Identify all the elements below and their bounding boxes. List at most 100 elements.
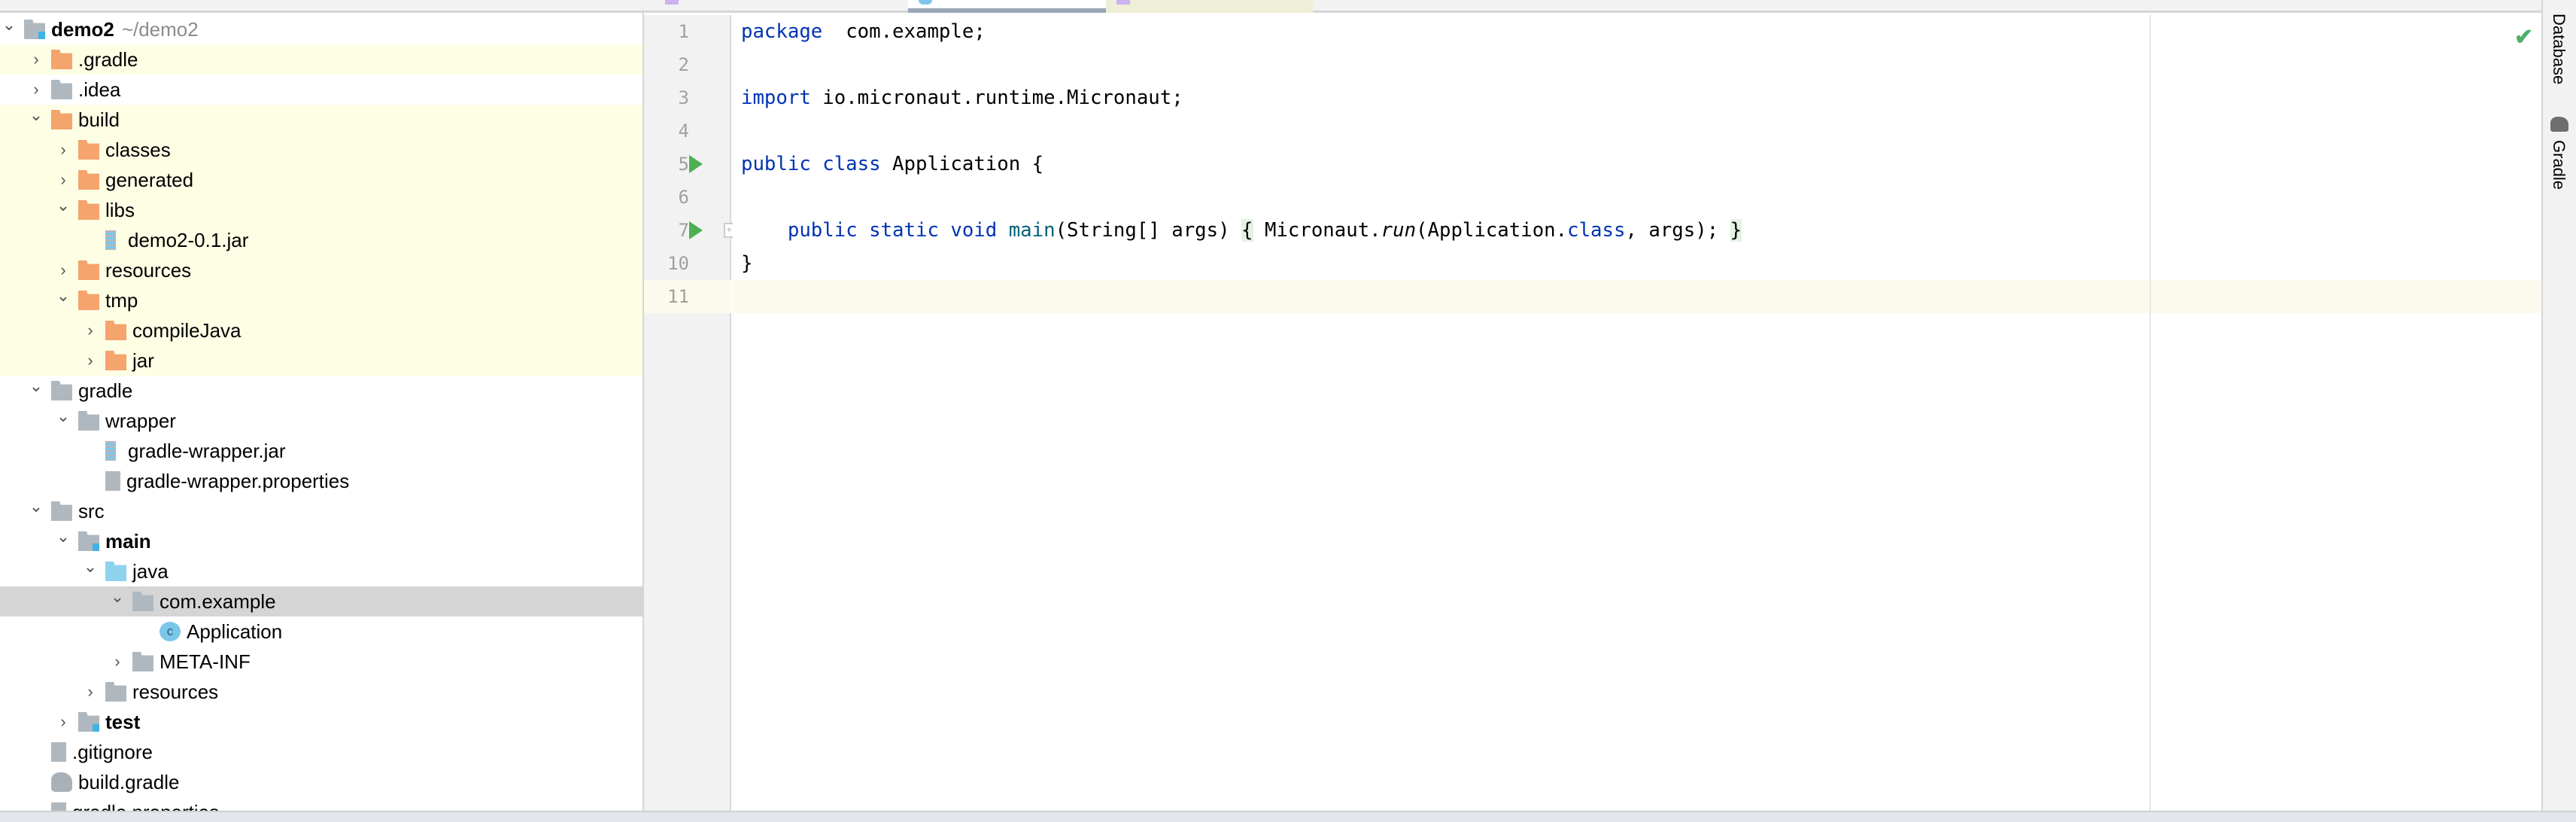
code-line: }	[733, 247, 2541, 280]
chevron-right-icon[interactable]: ›	[81, 677, 99, 707]
horizontal-scrollbar[interactable]	[0, 811, 2576, 822]
code-token: io.micronaut.runtime.Micronaut;	[810, 87, 1183, 109]
code-token: Application {	[880, 153, 1044, 175]
chevron-right-icon[interactable]: ›	[81, 315, 99, 346]
line-number: 5	[678, 154, 689, 175]
code-token: main	[1008, 219, 1056, 242]
tree-item[interactable]: ⌄ tmp	[0, 285, 642, 315]
code-line	[733, 280, 2541, 313]
tree-item[interactable]: ⌄ demo2 ~/demo2	[0, 14, 642, 44]
tree-item[interactable]: c Application	[0, 616, 642, 647]
editor-tab[interactable]	[1106, 0, 1313, 13]
database-tool-button[interactable]: Database	[2549, 14, 2568, 84]
tree-item-label: jar	[132, 349, 154, 372]
tree-item[interactable]: › jar	[0, 346, 642, 376]
excluded-folder-icon	[78, 291, 99, 310]
line-number: 1	[678, 21, 689, 42]
tree-item-label: src	[78, 499, 105, 522]
chevron-right-icon[interactable]: ›	[54, 707, 72, 737]
tree-item[interactable]: ⌄ wrapper	[0, 406, 642, 436]
tree-item[interactable]: › test	[0, 707, 642, 737]
tree-item-label: resources	[105, 258, 192, 282]
tree-item[interactable]: gradle-wrapper.properties	[0, 466, 642, 496]
tree-item-label: demo2	[51, 17, 114, 41]
line-number: 3	[678, 87, 689, 108]
java-class-icon: c	[159, 622, 181, 641]
code-token: , args);	[1625, 219, 1730, 242]
code-token: }	[1730, 219, 1742, 242]
tree-item-label: classes	[105, 138, 171, 161]
tree-item-label: .idea	[78, 78, 121, 101]
tree-item[interactable]: ⌄ src	[0, 496, 642, 526]
tree-item-label: META-INF	[159, 650, 251, 673]
tree-item[interactable]: ⌄ libs	[0, 195, 642, 225]
manifest-icon	[665, 0, 679, 5]
chevron-down-icon[interactable]: ⌄	[0, 13, 18, 40]
chevron-down-icon[interactable]: ⌄	[54, 522, 72, 552]
chevron-right-icon[interactable]: ›	[108, 647, 126, 677]
tree-item-label: gradle-wrapper.properties	[126, 469, 350, 492]
chevron-right-icon[interactable]: ›	[27, 44, 45, 75]
run-icon[interactable]	[689, 155, 703, 173]
chevron-down-icon[interactable]: ⌄	[27, 371, 45, 401]
chevron-down-icon[interactable]: ⌄	[27, 100, 45, 130]
folder-icon	[51, 501, 72, 521]
tree-item[interactable]: ⌄ build	[0, 105, 642, 135]
code-token: class	[1567, 219, 1626, 242]
tree-item[interactable]: › resources	[0, 255, 642, 285]
tree-item[interactable]: › .idea	[0, 75, 642, 105]
tree-item-label: build	[78, 108, 120, 131]
chevron-down-icon[interactable]: ⌄	[54, 401, 72, 431]
code-token: public static void	[787, 219, 998, 242]
jar-icon	[105, 441, 116, 461]
code-token: public class	[741, 153, 881, 175]
tree-item[interactable]: gradle.properties	[0, 797, 642, 811]
tree-item[interactable]: ⌄ gradle	[0, 376, 642, 406]
tree-item-path: ~/demo2	[121, 17, 199, 41]
tree-item-label: main	[105, 529, 151, 553]
code-line: public static void main(String[] args) {…	[733, 214, 2541, 247]
tree-item[interactable]: ⌄ com.example	[0, 586, 642, 616]
gradle-tool-button[interactable]: Gradle	[2549, 140, 2568, 190]
chevron-down-icon[interactable]: ⌄	[27, 492, 45, 522]
tree-item[interactable]: › resources	[0, 677, 642, 707]
code-editor[interactable]: package com.example; import io.micronaut.…	[733, 15, 2541, 811]
folder-icon	[51, 80, 72, 99]
tree-item[interactable]: › compileJava	[0, 315, 642, 346]
tree-item[interactable]: ⌄ java	[0, 556, 642, 586]
run-icon[interactable]	[689, 221, 703, 239]
tree-item[interactable]: › generated	[0, 165, 642, 195]
tree-item[interactable]: build.gradle	[0, 767, 642, 797]
jar-icon	[105, 230, 116, 250]
chevron-right-icon[interactable]: ›	[81, 346, 99, 376]
editor-tab-active[interactable]	[908, 0, 1106, 13]
chevron-down-icon[interactable]: ⌄	[108, 582, 126, 612]
tree-item[interactable]: › classes	[0, 135, 642, 165]
properties-icon	[51, 802, 66, 811]
chevron-down-icon[interactable]: ⌄	[81, 552, 99, 582]
excluded-folder-icon	[51, 50, 72, 69]
chevron-right-icon[interactable]: ›	[54, 135, 72, 165]
resources-folder-icon	[105, 682, 126, 702]
chevron-down-icon[interactable]: ⌄	[54, 281, 72, 311]
tree-item[interactable]: gradle-wrapper.jar	[0, 436, 642, 466]
tree-item[interactable]: › .gradle	[0, 44, 642, 75]
tree-item[interactable]: › META-INF	[0, 647, 642, 677]
tree-item[interactable]: demo2-0.1.jar	[0, 225, 642, 255]
tree-item[interactable]: .gitignore	[0, 737, 642, 767]
chevron-down-icon[interactable]: ⌄	[54, 190, 72, 221]
tree-item-label: resources	[132, 680, 219, 703]
editor-tab[interactable]	[655, 0, 903, 13]
tree-item-label: demo2-0.1.jar	[128, 228, 249, 251]
check-icon[interactable]: ✔	[2514, 24, 2533, 50]
line-number: 4	[678, 120, 689, 142]
tree-item-label: gradle.properties	[72, 801, 219, 811]
editor-tab[interactable]	[1317, 0, 1618, 13]
